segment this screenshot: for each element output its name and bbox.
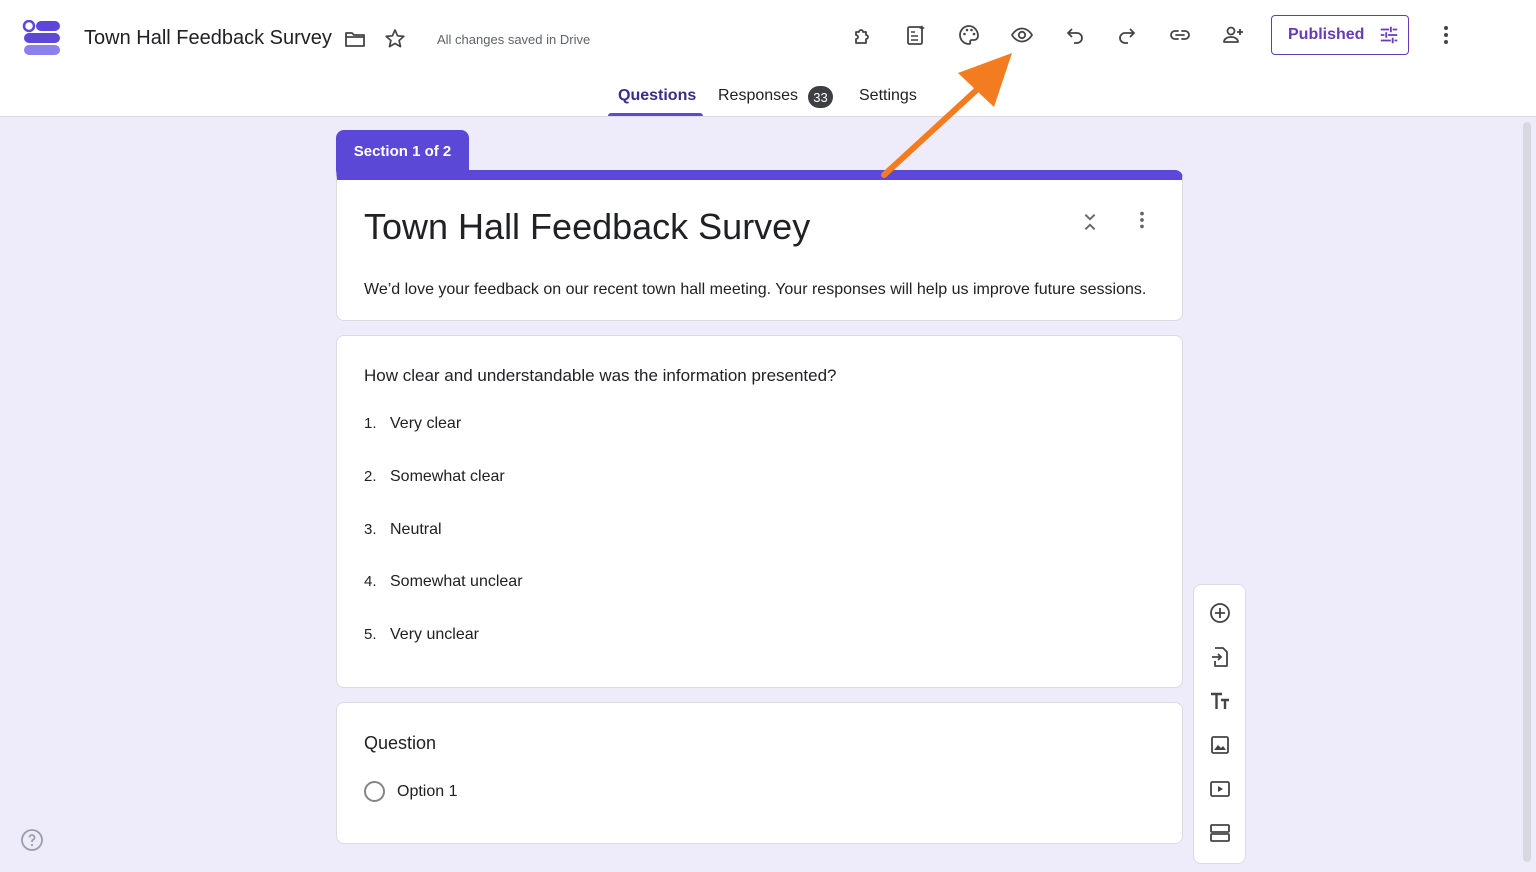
question-text: How clear and understandable was the inf… [364, 366, 837, 385]
link-icon[interactable] [1166, 21, 1194, 49]
tab-questions[interactable]: Questions [618, 87, 696, 105]
list-item: 4. Somewhat unclear [364, 573, 523, 590]
list-item: 5. Very unclear [364, 626, 479, 643]
add-collaborator-icon[interactable] [1219, 21, 1247, 49]
active-tab-indicator [608, 113, 703, 116]
help-icon[interactable] [20, 828, 44, 852]
list-item: 2. Somewhat clear [364, 468, 505, 485]
undo-icon[interactable] [1061, 21, 1089, 49]
redo-icon[interactable] [1113, 21, 1141, 49]
add-title-icon[interactable] [1207, 688, 1233, 714]
import-questions-icon[interactable] [1207, 644, 1233, 670]
published-label: Published [1288, 26, 1365, 43]
scrollbar[interactable] [1521, 120, 1533, 872]
app-header: Town Hall Feedback Survey All changes sa… [0, 0, 1536, 117]
section-label: Section 1 of 2 [336, 130, 469, 172]
preview-eye-icon[interactable] [1008, 21, 1036, 49]
add-video-icon[interactable] [1207, 776, 1233, 802]
floating-toolbar [1193, 584, 1246, 864]
star-icon[interactable] [382, 26, 408, 52]
folder-icon[interactable] [342, 26, 368, 52]
tab-settings[interactable]: Settings [859, 87, 917, 105]
question-card[interactable]: How clear and understandable was the inf… [336, 335, 1183, 688]
tab-bar: Questions Responses Settings [0, 80, 1536, 117]
more-vert-icon[interactable] [1432, 21, 1460, 49]
add-section-icon[interactable] [1207, 820, 1233, 846]
section-more-icon[interactable] [1130, 208, 1154, 232]
form-description[interactable]: We’d love your feedback on our recent to… [364, 281, 1146, 299]
ai-generate-icon[interactable] [902, 21, 930, 49]
scrollbar-thumb[interactable] [1523, 122, 1531, 862]
addons-icon[interactable] [850, 21, 878, 49]
tab-responses[interactable]: Responses [718, 87, 798, 105]
palette-icon[interactable] [955, 21, 983, 49]
save-status: All changes saved in Drive [437, 32, 591, 47]
add-image-icon[interactable] [1207, 732, 1233, 758]
option-label[interactable]: Option 1 [397, 783, 457, 801]
radio-option[interactable] [364, 781, 385, 802]
publish-settings-icon [1381, 26, 1398, 44]
question-title[interactable]: Question [364, 733, 436, 754]
list-item: 1. Very clear [364, 415, 462, 432]
form-title-card[interactable]: Town Hall Feedback Survey We’d love your… [336, 170, 1183, 321]
question-card-2[interactable]: Question Option 1 [336, 702, 1183, 844]
document-title[interactable]: Town Hall Feedback Survey [84, 27, 332, 50]
list-item: 3. Neutral [364, 521, 442, 538]
forms-logo-icon[interactable] [22, 20, 62, 56]
form-title[interactable]: Town Hall Feedback Survey [364, 206, 810, 248]
collapse-section-icon[interactable] [1078, 210, 1102, 234]
responses-count-badge: 33 [808, 86, 833, 108]
published-button[interactable]: Published [1271, 15, 1409, 55]
add-question-icon[interactable] [1207, 600, 1233, 626]
